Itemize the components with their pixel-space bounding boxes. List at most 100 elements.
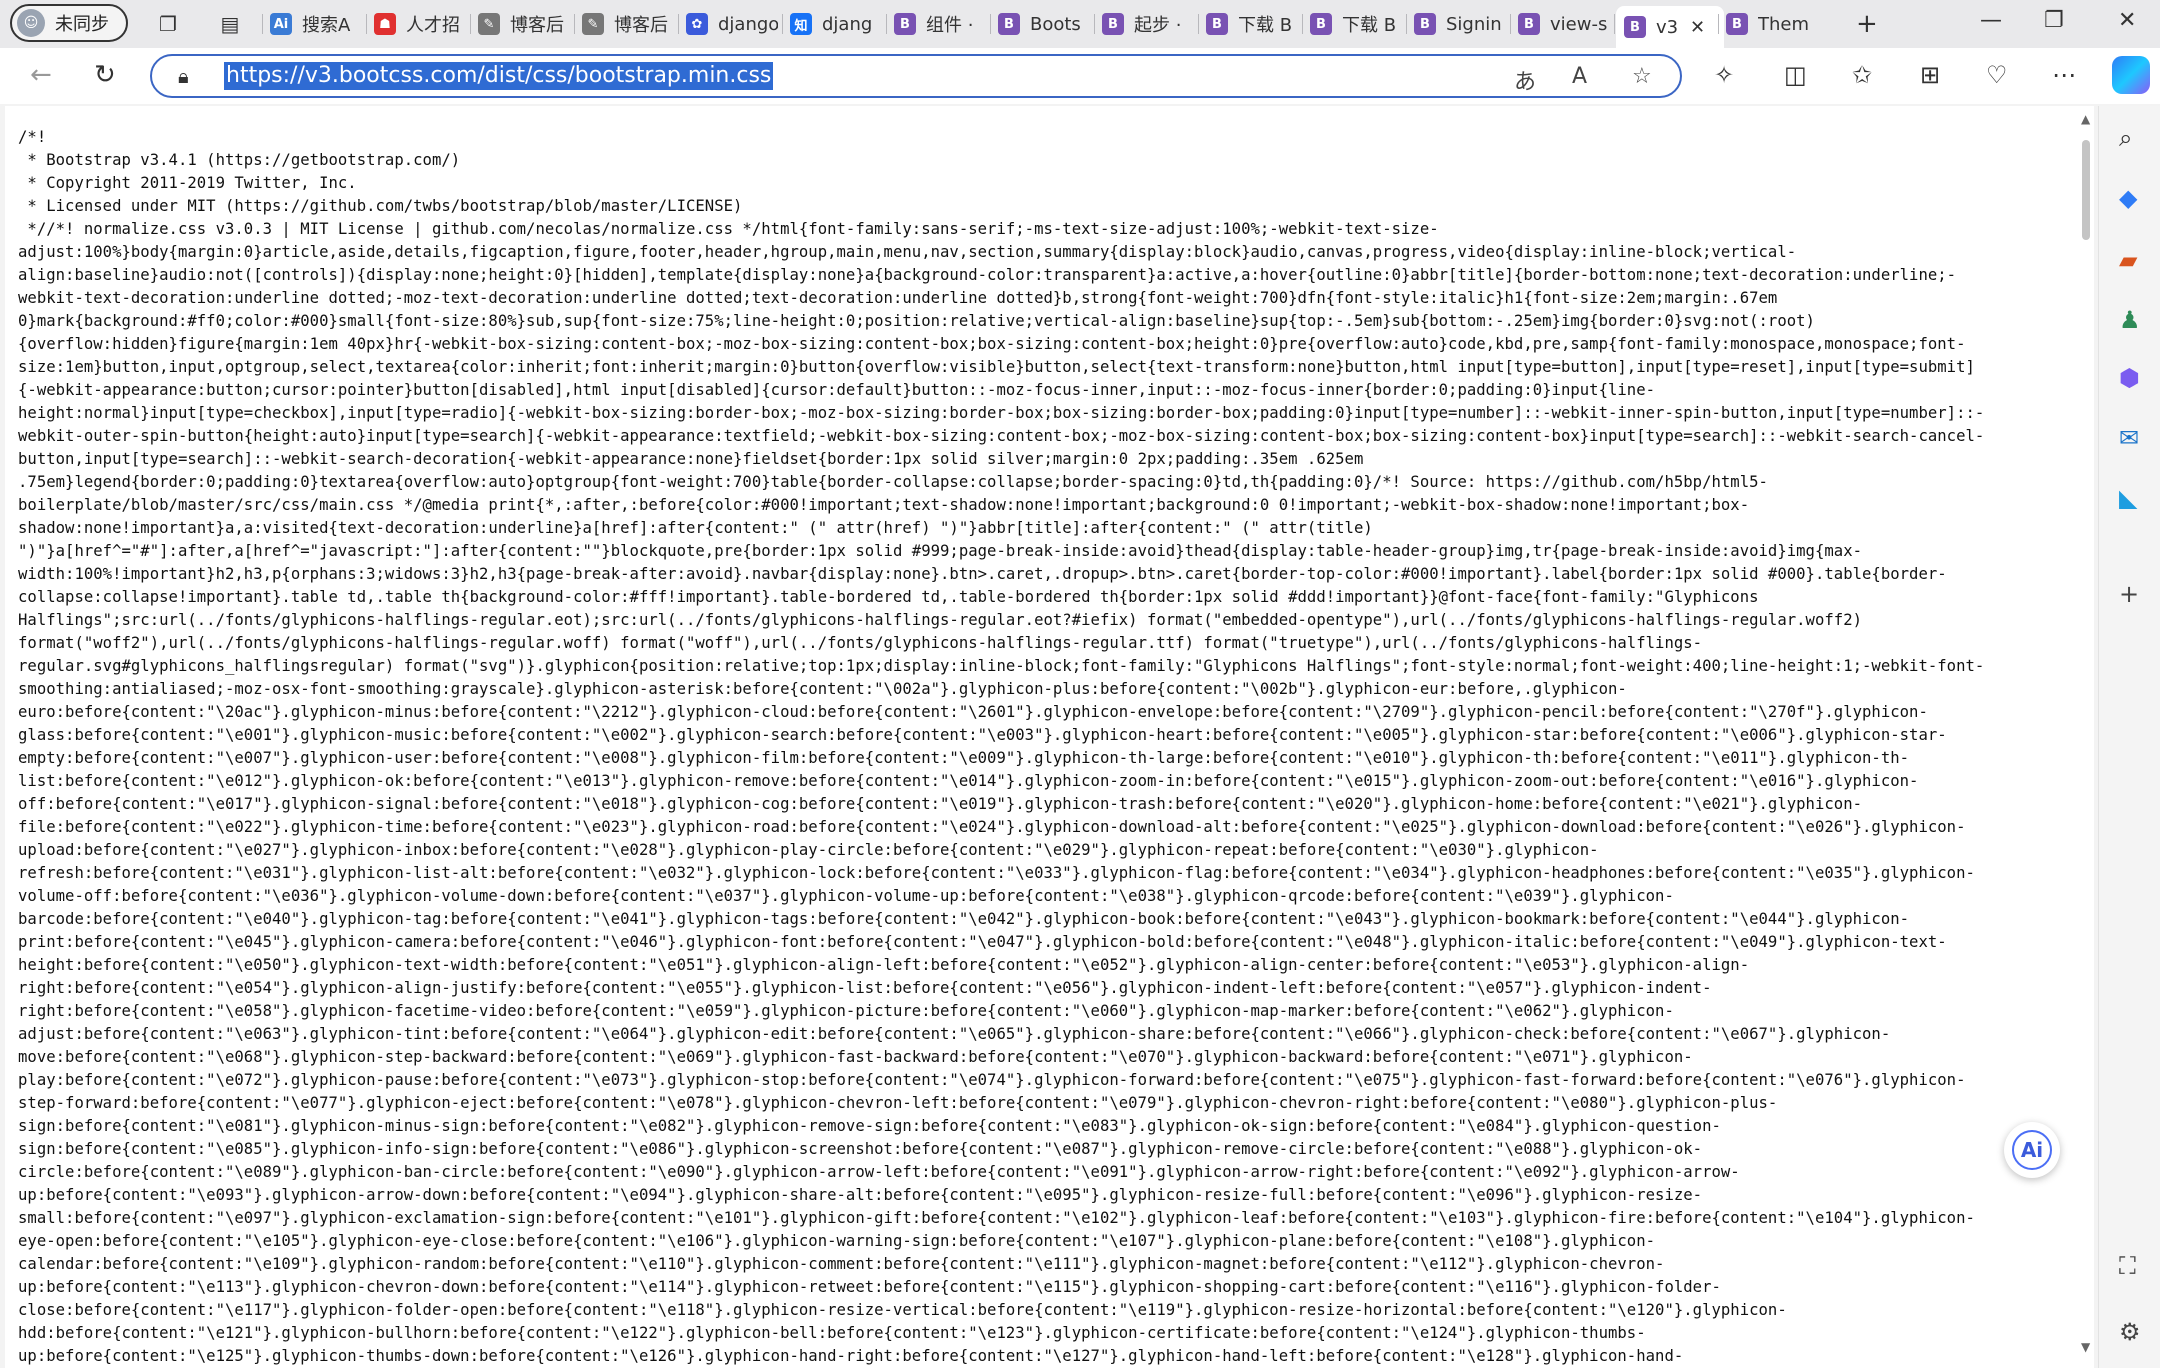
code-line: shadow:none!important}a,a:visited{text-d…	[18, 519, 1373, 537]
close-tab-icon[interactable]: ✕	[1690, 17, 1705, 38]
tab-label: 起步 ·	[1134, 15, 1182, 36]
tab[interactable]: B Them	[1726, 6, 1818, 42]
tab[interactable]: Ai 搜索A	[270, 6, 362, 42]
code-line: eye-open:before{content:"\e105"}.glyphic…	[18, 1232, 1656, 1250]
refresh-icon[interactable]: ↻	[94, 60, 116, 90]
tab-separator	[1510, 14, 1511, 34]
shopping-tag-icon[interactable]: ◆	[2119, 184, 2137, 212]
tab[interactable]: ✎ 博客后	[478, 6, 570, 42]
games-icon[interactable]: ♟	[2119, 306, 2141, 334]
screenshot-icon[interactable]: ⛶	[2119, 1252, 2136, 1280]
tab-label: Them	[1758, 13, 1810, 35]
collections-icon[interactable]: ⊞	[1920, 61, 1940, 89]
code-line: upload:before{content:"\e027"}.glyphicon…	[18, 841, 1599, 859]
code-line: print:before{content:"\e045"}.glyphicon-…	[18, 933, 1947, 951]
tab-label: djang	[822, 13, 873, 35]
tab-separator	[366, 14, 367, 34]
tab-favicon-icon: B	[1206, 13, 1228, 35]
scroll-down-icon[interactable]: ▼	[2081, 1340, 2090, 1354]
code-line: step-forward:before{content:"\e077"}.gly…	[18, 1094, 1778, 1112]
tab[interactable]: ✿ django	[686, 6, 778, 42]
tools-icon[interactable]: ▰	[2119, 246, 2137, 274]
address-bar[interactable]: 🔒︎ https://v3.bootcss.com/dist/css/boots…	[150, 54, 1682, 98]
code-line: barcode:before{content:"\e040"}.glyphico…	[18, 910, 1910, 928]
url-text[interactable]: https://v3.bootcss.com/dist/css/bootstra…	[224, 62, 774, 90]
code-line: /*!	[18, 128, 47, 146]
tab-label: v3	[1656, 16, 1679, 38]
tab[interactable]: B 起步 ·	[1102, 6, 1194, 42]
code-line: list:before{content:"\e012"}.glyphicon-o…	[18, 772, 1919, 790]
outlook-icon[interactable]: ✉	[2119, 424, 2139, 452]
code-line: right:before{content:"\e058"}.glyphicon-…	[18, 1002, 1674, 1020]
ai-assistant-button[interactable]: Ai	[2004, 1122, 2060, 1178]
avatar: ☺	[17, 9, 45, 37]
tab-label: 人才招	[406, 15, 460, 36]
tab-separator	[1302, 14, 1303, 34]
close-window-button[interactable]: ✕	[2118, 8, 2136, 33]
split-screen-icon[interactable]: ◫	[1784, 61, 1807, 89]
tab[interactable]: ✎ 博客后	[582, 6, 674, 42]
add-sidebar-app-icon[interactable]: +	[2119, 580, 2139, 608]
code-line: collapse:collapse!important}.table td,.t…	[18, 588, 1759, 606]
m365-icon[interactable]: ⬢	[2119, 364, 2140, 392]
search-icon[interactable]: ⌕	[2119, 124, 2132, 152]
tab[interactable]: B Signin	[1414, 6, 1506, 42]
extensions-icon[interactable]: ✧	[1714, 61, 1734, 89]
tab-favicon-icon: 知	[790, 13, 812, 35]
performance-icon[interactable]: ♡	[1986, 61, 2008, 89]
code-line: close:before{content:"\e117"}.glyphicon-…	[18, 1301, 1787, 1319]
minimize-button[interactable]: —	[1980, 8, 2002, 33]
tab[interactable]: Bview-s	[1518, 6, 1610, 42]
favorite-star-icon[interactable]: ☆	[1632, 64, 1652, 89]
tab[interactable]: B 下载 B	[1206, 6, 1298, 42]
tab-separator	[1614, 14, 1615, 34]
tab[interactable]: B 组件 ·	[894, 6, 986, 42]
drop-icon[interactable]: ◣	[2119, 484, 2137, 512]
tab[interactable]: Bv3 ✕	[1616, 6, 1724, 48]
code-line: up:before{content:"\e093"}.glyphicon-arr…	[18, 1186, 1703, 1204]
tab-separator	[678, 14, 679, 34]
read-aloud-icon[interactable]: A	[1572, 64, 1587, 89]
browser-toolbar: ← ↻ 🔒︎ https://v3.bootcss.com/dist/css/b…	[0, 48, 2160, 104]
tab-separator	[782, 14, 783, 34]
tab[interactable]: B Boots	[998, 6, 1090, 42]
tab-favicon-icon: ☗	[374, 13, 396, 35]
lock-icon[interactable]: 🔒︎	[178, 64, 189, 88]
tab-label: 下载 B	[1342, 15, 1397, 36]
code-line: align:baseline}audio:not([controls]){dis…	[18, 266, 1957, 284]
tab-label: view-s	[1550, 13, 1608, 35]
tab[interactable]: ☗ 人才招	[374, 6, 466, 42]
vertical-scrollbar[interactable]: ▲ ▼	[2078, 106, 2094, 1368]
settings-gear-icon[interactable]: ⚙	[2119, 1318, 2141, 1346]
code-line: circle:before{content:"\e089"}.glyphicon…	[18, 1163, 1740, 1181]
tab-favicon-icon: ✿	[686, 13, 708, 35]
tab-favicon-icon: B	[1102, 13, 1124, 35]
new-tab-button[interactable]: +	[1856, 9, 1878, 39]
code-line: up:before{content:"\e113"}.glyphicon-che…	[18, 1278, 1721, 1296]
ai-icon: Ai	[2012, 1130, 2052, 1170]
code-line: {overflow:hidden}figure{margin:1em 40px}…	[18, 335, 1966, 353]
favorites-icon[interactable]: ✩	[1852, 61, 1872, 89]
tab-favicon-icon: B	[1726, 13, 1748, 35]
tab[interactable]: B 下载 B	[1310, 6, 1402, 42]
back-icon[interactable]: ←	[30, 60, 52, 90]
translate-icon[interactable]: あ	[1514, 64, 1536, 96]
tab-favicon-icon: B	[998, 13, 1020, 35]
profile-button[interactable]: ☺ 未同步	[10, 4, 128, 42]
code-line: regular.svg#glyphicons_halflingsregular)…	[18, 657, 1985, 675]
code-line: euro:before{content:"\20ac"}.glyphicon-m…	[18, 703, 1928, 721]
workspaces-icon[interactable]: ❐	[154, 10, 182, 38]
restore-button[interactable]: ❐	[2044, 8, 2064, 33]
tab-bar: ☺ 未同步 ❐ ▤ Ai 搜索A ☗ 人才招 ✎ 博客后 ✎ 博客后 ✿ django 知 djang…	[0, 0, 2160, 48]
copilot-icon[interactable]	[2112, 56, 2150, 94]
tab[interactable]: 知 djang	[790, 6, 882, 42]
code-line: adjust:100%}body{margin:0}article,aside,…	[18, 243, 1797, 261]
code-line: refresh:before{content:"\e031"}.glyphico…	[18, 864, 1975, 882]
tab-actions-icon[interactable]: ▤	[216, 10, 244, 38]
code-line: button,input[type=search]::-webkit-searc…	[18, 450, 1364, 468]
tab-favicon-icon: B	[1624, 16, 1646, 38]
code-line: .75em}legend{border:0;padding:0}textarea…	[18, 473, 1768, 491]
more-menu-icon[interactable]: ⋯	[2052, 61, 2076, 89]
scroll-thumb[interactable]	[2082, 140, 2090, 240]
scroll-up-icon[interactable]: ▲	[2081, 112, 2090, 126]
